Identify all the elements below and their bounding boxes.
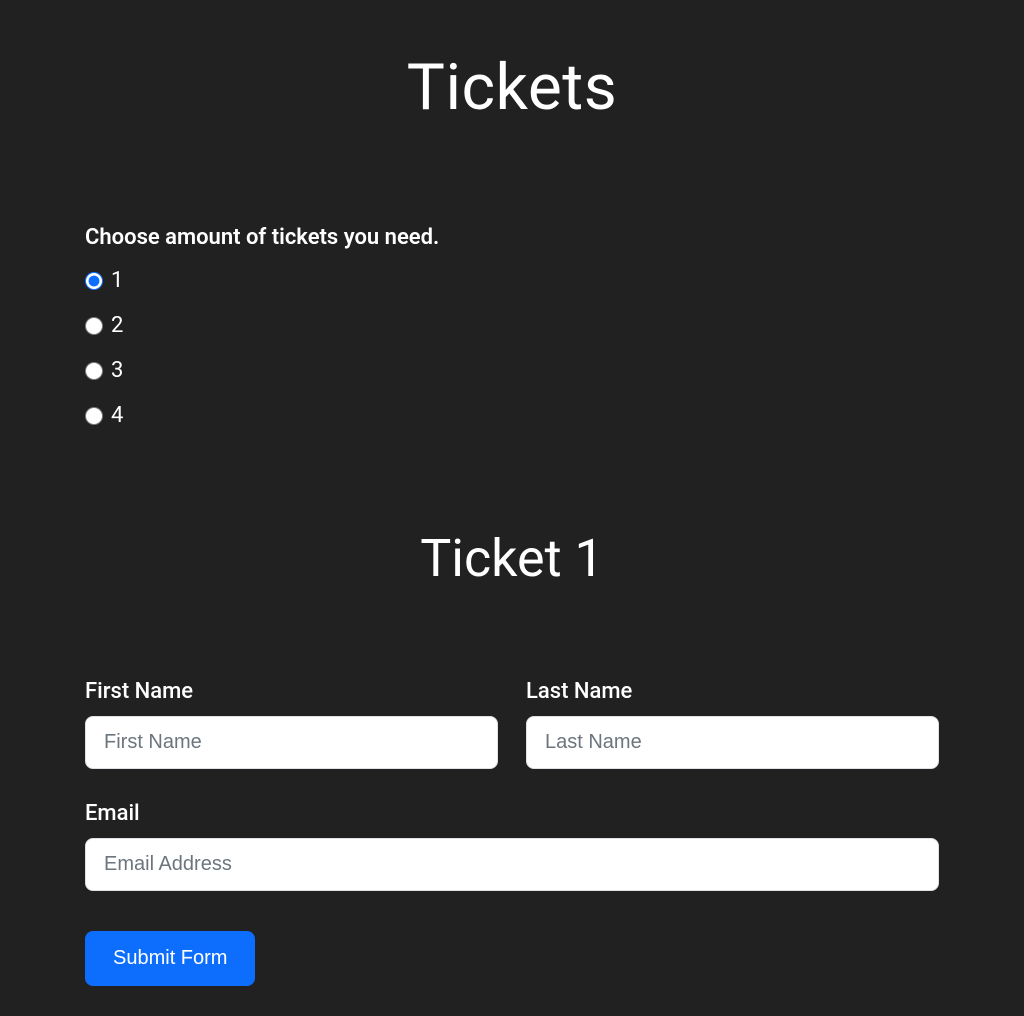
page-title: Tickets	[85, 50, 939, 125]
email-input[interactable]	[85, 838, 939, 891]
email-label: Email	[85, 801, 939, 826]
radio-label-4: 4	[111, 403, 123, 428]
name-row: First Name Last Name	[85, 679, 939, 769]
radio-input-4[interactable]	[85, 407, 103, 425]
radio-input-2[interactable]	[85, 317, 103, 335]
ticket-amount-prompt: Choose amount of tickets you need.	[85, 225, 939, 250]
ticket-amount-radio-group: 1 2 3 4	[85, 268, 939, 428]
first-name-label: First Name	[85, 679, 498, 704]
radio-label-1: 1	[111, 268, 123, 293]
radio-label-3: 3	[111, 358, 123, 383]
radio-option-4[interactable]: 4	[85, 403, 939, 428]
last-name-label: Last Name	[526, 679, 939, 704]
last-name-group: Last Name	[526, 679, 939, 769]
last-name-input[interactable]	[526, 716, 939, 769]
radio-label-2: 2	[111, 313, 123, 338]
radio-input-1[interactable]	[85, 272, 103, 290]
email-group: Email	[85, 801, 939, 891]
radio-option-3[interactable]: 3	[85, 358, 939, 383]
radio-option-2[interactable]: 2	[85, 313, 939, 338]
radio-option-1[interactable]: 1	[85, 268, 939, 293]
first-name-group: First Name	[85, 679, 498, 769]
radio-input-3[interactable]	[85, 362, 103, 380]
ticket-section-heading: Ticket 1	[85, 528, 939, 589]
first-name-input[interactable]	[85, 716, 498, 769]
submit-button[interactable]: Submit Form	[85, 931, 255, 986]
